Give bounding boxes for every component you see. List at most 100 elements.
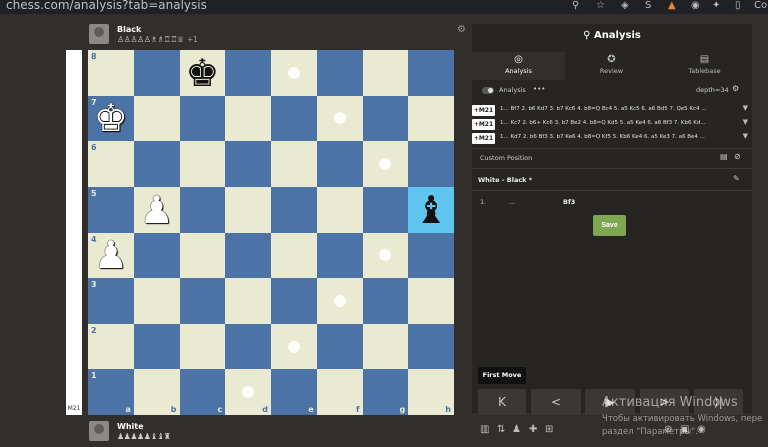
- previous-move-button[interactable]: <: [531, 389, 581, 415]
- legal-move-dot[interactable]: [287, 340, 300, 353]
- square-e7[interactable]: [271, 95, 317, 142]
- share-icon[interactable]: ⊞: [545, 424, 553, 435]
- ext-1-icon[interactable]: ◈: [621, 0, 629, 11]
- square-g2[interactable]: [362, 323, 409, 370]
- square-c5[interactable]: [179, 186, 226, 233]
- square-c4[interactable]: [179, 232, 226, 279]
- chess-board[interactable]: 8 ♚ 7 ♚ 6 5 ♟ ♝ 4 ♟ 3 2 1 a b c d e f g h: [88, 50, 454, 415]
- ext-3-icon[interactable]: ▲: [668, 0, 676, 11]
- square-a2[interactable]: 2: [88, 323, 134, 370]
- square-d6[interactable]: [225, 141, 271, 187]
- square-f4[interactable]: [316, 232, 363, 279]
- ext-4-icon[interactable]: ◉: [691, 0, 700, 11]
- top-player-name[interactable]: Black: [117, 25, 141, 34]
- legal-move-dot[interactable]: [333, 294, 346, 307]
- square-g5[interactable]: [362, 186, 409, 233]
- sidebar-icon[interactable]: ▯: [735, 0, 741, 11]
- square-b7[interactable]: [133, 95, 180, 142]
- square-a7[interactable]: 7 ♚: [88, 95, 134, 142]
- more-icon[interactable]: •••: [533, 85, 545, 93]
- avatar[interactable]: [89, 24, 109, 44]
- square-g8[interactable]: [362, 50, 409, 96]
- white-piece-a4[interactable]: ♟: [88, 233, 134, 279]
- square-a4[interactable]: 4 ♟: [88, 232, 134, 279]
- square-d1[interactable]: d: [225, 369, 271, 415]
- square-h5[interactable]: ♝: [408, 186, 454, 233]
- chevron-down-icon[interactable]: ▼: [743, 104, 748, 112]
- engine-toggle[interactable]: [482, 87, 494, 94]
- square-e5[interactable]: [271, 186, 317, 233]
- chevron-down-icon[interactable]: ▼: [743, 132, 748, 140]
- square-f6[interactable]: [316, 141, 363, 187]
- camera-icon[interactable]: ◉: [697, 424, 706, 435]
- square-h8[interactable]: [408, 50, 454, 96]
- tab-analysis[interactable]: ◎ Analysis: [472, 52, 565, 80]
- square-g4[interactable]: [362, 232, 409, 279]
- square-c2[interactable]: [179, 323, 226, 370]
- square-a8[interactable]: 8: [88, 50, 134, 96]
- custom-position-label[interactable]: Custom Position: [480, 154, 532, 162]
- square-e4[interactable]: [271, 232, 317, 279]
- square-b6[interactable]: [133, 141, 180, 187]
- square-e8[interactable]: [271, 50, 317, 96]
- avatar[interactable]: [89, 421, 109, 441]
- square-f3[interactable]: [316, 278, 363, 324]
- close-icon[interactable]: ⊘: [734, 152, 741, 161]
- address-bar[interactable]: chess.com/analysis?tab=analysis: [6, 0, 207, 12]
- square-h4[interactable]: [408, 232, 454, 279]
- engine-line[interactable]: +M21 1... Kc7 2. b6+ Kc6 3. b7 Be2 4. b8=…: [472, 118, 752, 131]
- legal-move-dot[interactable]: [287, 66, 300, 79]
- square-b2[interactable]: [133, 323, 180, 370]
- square-b3[interactable]: [133, 278, 180, 324]
- square-g6[interactable]: [362, 141, 409, 187]
- white-piece-a7[interactable]: ♚: [88, 96, 134, 142]
- square-c1[interactable]: c: [179, 369, 226, 415]
- line-moves[interactable]: 1... Kc7 2. b6+ Kc6 3. b7 Be2 4. b8=Q Kd…: [500, 120, 732, 126]
- square-c3[interactable]: [179, 278, 226, 324]
- square-a1[interactable]: 1a: [88, 369, 134, 415]
- square-g7[interactable]: [362, 95, 409, 142]
- first-move-button[interactable]: K: [478, 389, 526, 415]
- square-g3[interactable]: [362, 278, 409, 324]
- square-h2[interactable]: [408, 323, 454, 370]
- square-f8[interactable]: [316, 50, 363, 96]
- profile-icon[interactable]: Co: [754, 0, 767, 11]
- square-b8[interactable]: [133, 50, 180, 96]
- black-piece-c8[interactable]: ♚: [180, 50, 226, 96]
- square-e1[interactable]: e: [271, 369, 317, 415]
- square-d2[interactable]: [225, 323, 271, 370]
- square-f2[interactable]: [316, 323, 363, 370]
- book-icon[interactable]: ▤: [720, 152, 728, 161]
- square-d7[interactable]: [225, 95, 271, 142]
- square-f1[interactable]: f: [316, 369, 363, 415]
- square-e6[interactable]: [271, 141, 317, 187]
- square-d3[interactable]: [225, 278, 271, 324]
- legal-move-dot[interactable]: [242, 386, 255, 399]
- engine-line[interactable]: +M21 1... Kd7 2. b6 Bf3 3. b7 Ke6 4. b8=Q…: [472, 132, 752, 145]
- square-b5[interactable]: ♟: [133, 186, 180, 233]
- piece-icon[interactable]: ♟: [512, 424, 521, 435]
- white-piece-b5[interactable]: ♟: [134, 187, 180, 233]
- square-d8[interactable]: [225, 50, 271, 96]
- square-f7[interactable]: [316, 95, 363, 142]
- square-h7[interactable]: [408, 95, 454, 142]
- square-h1[interactable]: h: [408, 369, 454, 415]
- legal-move-dot[interactable]: [333, 112, 346, 125]
- tab-review[interactable]: ✪ Review: [565, 52, 658, 80]
- square-c8[interactable]: ♚: [179, 50, 226, 96]
- edit-icon[interactable]: ✎: [733, 174, 740, 183]
- square-g1[interactable]: g: [362, 369, 409, 415]
- square-a6[interactable]: 6: [88, 141, 134, 187]
- bottom-player-name[interactable]: White: [117, 422, 144, 431]
- line-moves[interactable]: 1... Kd7 2. b6 Bf3 3. b7 Ke6 4. b8=Q Kf5…: [500, 134, 732, 140]
- line-moves[interactable]: 1... Bf7 2. b6 Kd7 3. b7 Kc6 4. b8=Q Bc4…: [500, 106, 732, 112]
- square-c6[interactable]: [179, 141, 226, 187]
- square-h6[interactable]: [408, 141, 454, 187]
- star-icon[interactable]: ☆: [596, 0, 605, 11]
- search-icon[interactable]: ⚲: [572, 0, 579, 11]
- tab-tablebase[interactable]: ▤ Tablebase: [658, 52, 751, 80]
- square-a5[interactable]: 5: [88, 186, 134, 233]
- engine-line[interactable]: +M21 1... Bf7 2. b6 Kd7 3. b7 Kc6 4. b8=Q…: [472, 104, 752, 117]
- square-e2[interactable]: [271, 323, 317, 370]
- square-c7[interactable]: [179, 95, 226, 142]
